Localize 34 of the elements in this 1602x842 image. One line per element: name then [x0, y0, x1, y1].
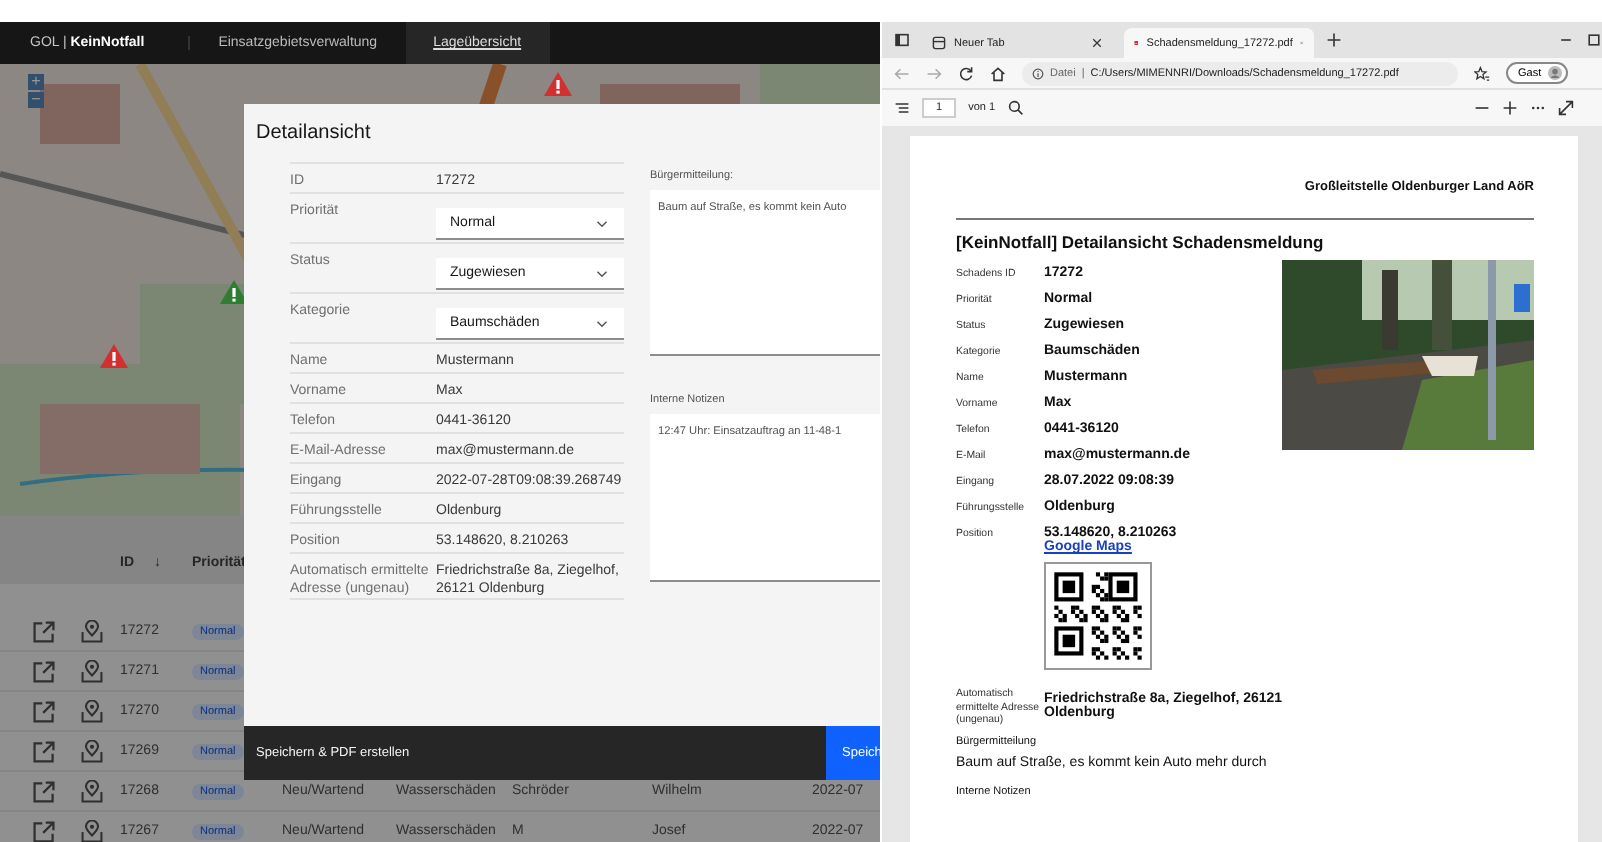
- open-external-icon[interactable]: [32, 819, 56, 842]
- qr-code-icon: [1044, 562, 1152, 670]
- search-icon[interactable]: [1007, 100, 1024, 116]
- document-title: [KeinNotfall] Detailansicht Schadensmeldung: [956, 232, 1326, 252]
- map-pin-icon[interactable]: [80, 659, 104, 683]
- page-icon: [932, 36, 946, 50]
- open-external-icon[interactable]: [32, 779, 56, 803]
- open-external-icon[interactable]: [32, 619, 56, 643]
- open-external-icon[interactable]: [32, 659, 56, 683]
- chevron-icon: [596, 319, 608, 327]
- open-external-icon[interactable]: [32, 739, 56, 763]
- info-icon: [1032, 67, 1044, 79]
- close-icon[interactable]: [1092, 38, 1102, 48]
- chevron-icon: [596, 219, 608, 227]
- expand-icon[interactable]: [1558, 100, 1574, 116]
- dialog-title: Detailansicht: [256, 122, 373, 148]
- maximize-icon[interactable]: [1586, 32, 1602, 48]
- new-tab-icon[interactable]: [1326, 32, 1342, 48]
- map-pin-icon[interactable]: [80, 699, 104, 723]
- zoom-in-icon[interactable]: [1502, 100, 1518, 116]
- favorites-icon[interactable]: [1474, 65, 1490, 81]
- home-icon[interactable]: [990, 65, 1006, 81]
- open-external-icon[interactable]: [32, 699, 56, 723]
- chevron-icon: [596, 269, 608, 277]
- map-pin-icon[interactable]: [80, 819, 104, 842]
- map-pin-icon[interactable]: [80, 779, 104, 803]
- avatar-icon: [1547, 66, 1562, 80]
- map-pin-icon[interactable]: [80, 739, 104, 763]
- warning-icon[interactable]: [100, 344, 128, 368]
- map-pin-icon[interactable]: [80, 619, 104, 643]
- reload-icon[interactable]: [958, 65, 974, 81]
- contents-icon[interactable]: [894, 100, 910, 116]
- warning-icon[interactable]: [544, 72, 572, 96]
- tab-actions-icon[interactable]: [894, 32, 910, 48]
